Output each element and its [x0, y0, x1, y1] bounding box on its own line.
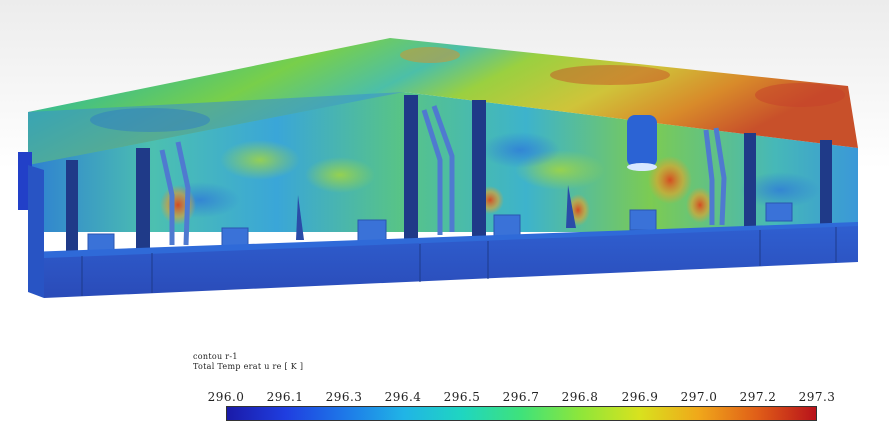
colorbar-tick-label: 297.2 — [739, 390, 777, 404]
colorbar-tick-label: 297.3 — [798, 390, 836, 404]
colorbar-tick-label: 296.9 — [621, 390, 659, 404]
colorbar — [226, 406, 817, 421]
colorbar-tick-label: 296.7 — [502, 390, 540, 404]
cylinder — [627, 115, 657, 167]
legend-quantity-label: Total Temp erat u re [ K ] — [193, 362, 304, 371]
colorbar-tick-label: 296.4 — [384, 390, 422, 404]
colorbar-tick-label: 296.8 — [561, 390, 599, 404]
colorbar-tick-label: 297.0 — [680, 390, 718, 404]
colorbar-tick-label: 296.3 — [325, 390, 363, 404]
temperature-contour-render — [18, 38, 858, 298]
legend-contour-name: contou r-1 — [193, 352, 238, 361]
colorbar-tick-label: 296.5 — [443, 390, 481, 404]
colorbar-tick-label: 296.0 — [207, 390, 245, 404]
colorbar-tick-label: 296.1 — [266, 390, 304, 404]
